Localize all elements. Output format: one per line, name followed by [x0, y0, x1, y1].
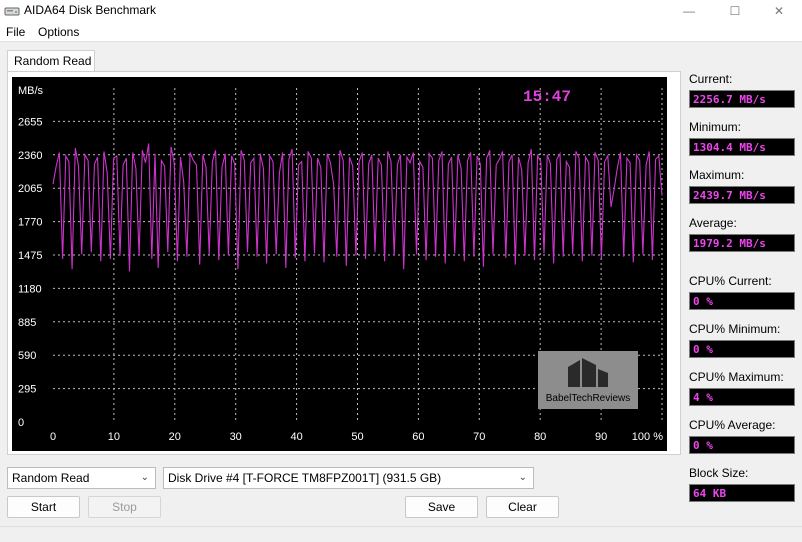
disk-icon [4, 7, 20, 16]
clear-button[interactable]: Clear [486, 496, 559, 518]
x-tick-label: 90 [595, 431, 607, 443]
cpu-average-value: 0 % [689, 436, 795, 454]
y-tick-label: 2655 [18, 116, 42, 128]
window-title: AIDA64 Disk Benchmark [24, 3, 157, 17]
y-tick-label: 1770 [18, 217, 42, 229]
y-tick-label: 2360 [18, 150, 42, 162]
y-axis-label: MB/s [18, 85, 44, 97]
watermark-text: BabelTechReviews [546, 393, 631, 404]
start-button[interactable]: Start [7, 496, 80, 518]
x-tick-label: 60 [412, 431, 424, 443]
y-tick-label: 1180 [18, 283, 42, 295]
drive-value: Disk Drive #4 [T-FORCE TM8FPZ001T] (931.… [168, 471, 442, 485]
save-button[interactable]: Save [405, 496, 478, 518]
menu-options[interactable]: Options [38, 25, 79, 39]
maximum-label: Maximum: [689, 168, 745, 182]
x-tick-label: 0 [50, 431, 56, 443]
minimum-value: 1304.4 MB/s [689, 138, 795, 156]
minimum-label: Minimum: [689, 120, 742, 134]
cpu-minimum-value: 0 % [689, 340, 795, 358]
title-bar: AIDA64 Disk Benchmark — ☐ ✕ [0, 0, 802, 22]
benchmark-chart: 0 295 590 885 1180 1475 1770 2065 2360 2655 0 10 20 3… [12, 77, 667, 451]
menu-bar: File Options [0, 22, 802, 42]
x-tick-label: 10 [108, 431, 120, 443]
x-tick-label: 20 [169, 431, 181, 443]
chevron-down-icon: ⌄ [140, 472, 149, 483]
y-tick-label: 2065 [18, 183, 42, 195]
tab-random-read[interactable]: Random Read [7, 50, 95, 72]
maximize-button[interactable]: ☐ [712, 0, 758, 22]
cpu-minimum-label: CPU% Minimum: [689, 322, 781, 336]
block-size-value: 64 KB [689, 484, 795, 502]
average-label: Average: [689, 216, 737, 230]
y-tick-label: 590 [18, 350, 36, 362]
y-tick-label: 885 [18, 317, 36, 329]
test-type-value: Random Read [12, 471, 90, 485]
current-value: 2256.7 MB/s [689, 90, 795, 108]
x-tick-label: 30 [230, 431, 242, 443]
block-size-label: Block Size: [689, 466, 749, 480]
y-tick-label: 0 [18, 417, 24, 429]
status-bar [0, 526, 802, 542]
time-readout: 15:47 [523, 88, 571, 106]
y-tick-label: 295 [18, 384, 36, 396]
x-tick-label: 40 [290, 431, 302, 443]
menu-file[interactable]: File [6, 25, 25, 39]
average-value: 1979.2 MB/s [689, 234, 795, 252]
cpu-maximum-label: CPU% Maximum: [689, 370, 784, 384]
test-type-select[interactable]: Random Read ⌄ [7, 467, 156, 489]
close-button[interactable]: ✕ [756, 0, 802, 22]
cpu-current-value: 0 % [689, 292, 795, 310]
minimize-button[interactable]: — [666, 0, 712, 22]
stop-button[interactable]: Stop [88, 496, 161, 518]
x-tick-label: 100 % [632, 431, 663, 443]
y-tick-label: 1475 [18, 250, 42, 262]
x-tick-label: 70 [473, 431, 485, 443]
cpu-current-label: CPU% Current: [689, 274, 772, 288]
cpu-average-label: CPU% Average: [689, 418, 776, 432]
drive-select[interactable]: Disk Drive #4 [T-FORCE TM8FPZ001T] (931.… [163, 467, 534, 489]
x-tick-label: 50 [351, 431, 363, 443]
chevron-down-icon: ⌄ [518, 472, 527, 483]
cpu-maximum-value: 4 % [689, 388, 795, 406]
current-label: Current: [689, 72, 733, 86]
x-tick-label: 80 [534, 431, 546, 443]
maximum-value: 2439.7 MB/s [689, 186, 795, 204]
